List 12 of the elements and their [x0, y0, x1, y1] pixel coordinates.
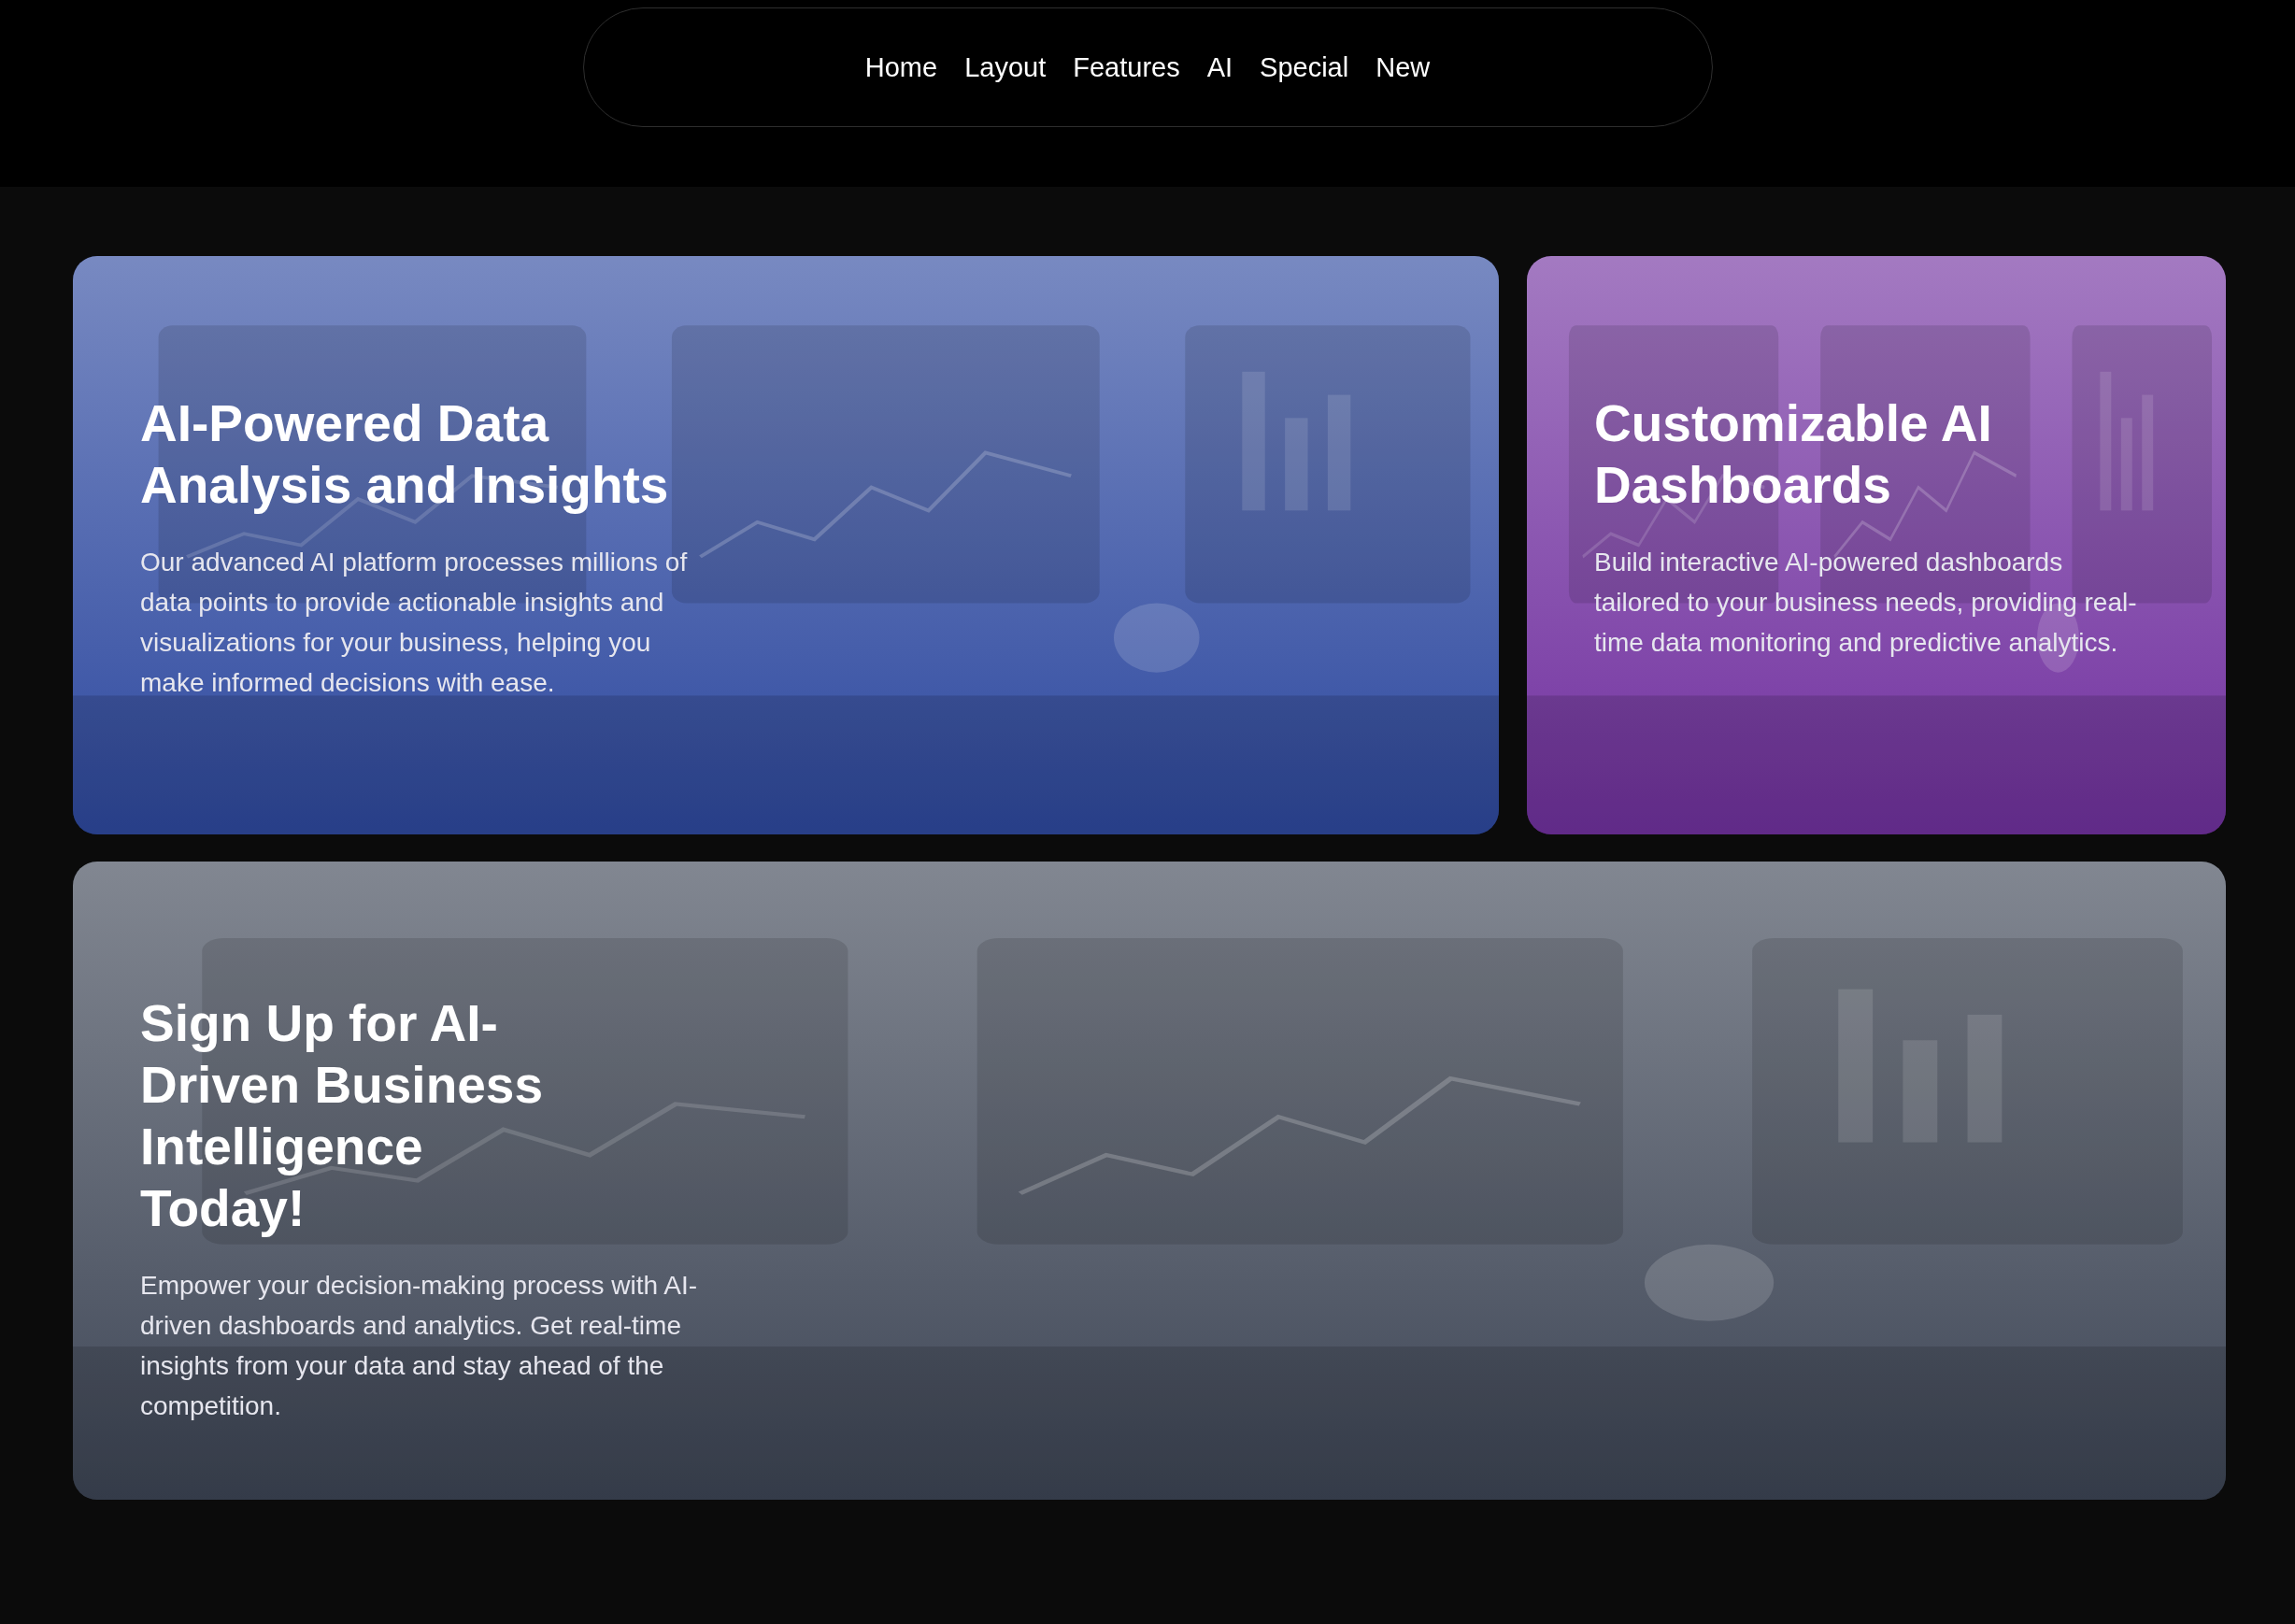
card-text: Build interactive AI-powered dashboards tailored to your business needs, providing real-time data monitoring and predictive analytics.: [1594, 547, 2138, 659]
nav-link[interactable]: Special: [1260, 51, 1349, 83]
card-text: Our advanced AI platform processes millions of data points to provide actionable insights and visualizations for your business, helping you make informed decisions with ease.: [140, 547, 689, 699]
nav-link[interactable]: AI: [1206, 51, 1233, 83]
card-title: Sign Up for AI-Driven Business Intelligence Today!: [140, 993, 544, 1239]
nav-link[interactable]: Home: [864, 51, 938, 83]
nav-link[interactable]: Features: [1073, 51, 1180, 83]
card-title: Customizable AI Dashboards: [1594, 393, 1993, 516]
card-text: Empower your decision-making process with AI-driven dashboards and analytics. Get real-time insights from your data and stay ahead of the competition.: [140, 1270, 698, 1422]
card-title: AI-Powered Data Analysis and Insights: [140, 393, 670, 516]
nav-link[interactable]: New: [1376, 51, 1431, 83]
nav-link[interactable]: Layout: [964, 51, 1047, 83]
